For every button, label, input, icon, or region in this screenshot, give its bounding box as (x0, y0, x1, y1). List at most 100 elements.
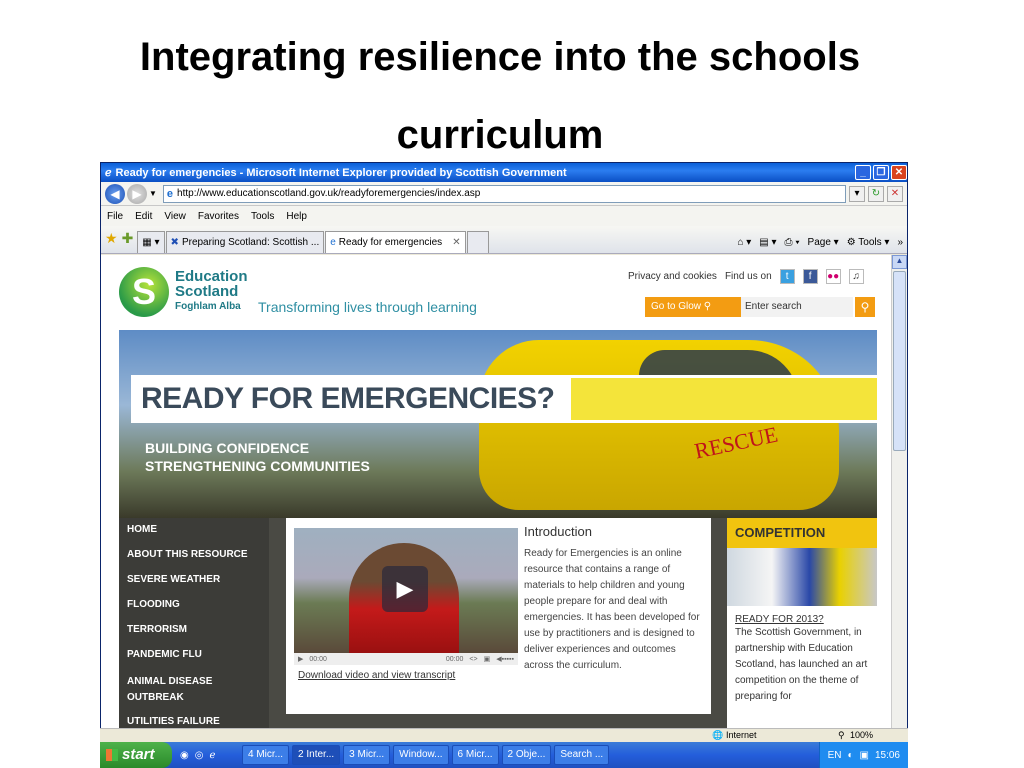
video-time-start: 00:00 (309, 655, 327, 663)
add-favorites-icon[interactable]: ✚ (122, 230, 134, 247)
history-dropdown-icon[interactable]: ▼ (149, 189, 157, 198)
menu-view[interactable]: View (164, 211, 186, 222)
intro-heading: Introduction (524, 524, 592, 539)
command-bar: ⌂ ▾ ▤ ▾ ⎙ ▾ Page ▾ ⚙ Tools ▾ » (737, 237, 903, 248)
web-page: Education Scotland Foghlam Alba Transfor… (101, 255, 893, 745)
tray-icon[interactable]: ▣ (860, 750, 869, 761)
address-field[interactable]: e http://www.educationscotland.gov.uk/re… (162, 184, 846, 203)
page-menu[interactable]: Page ▾ (808, 237, 839, 248)
intro-text: Ready for Emergencies is an online resou… (524, 548, 700, 671)
saltire-icon: ✖ (170, 237, 179, 248)
nav-flooding[interactable]: FLOODING (119, 599, 188, 610)
zoom-icon[interactable]: ⚲ (838, 730, 845, 741)
nav-pandemic-flu[interactable]: PANDEMIC FLU (119, 649, 210, 660)
clock[interactable]: 15:06 (875, 750, 900, 761)
embed-icon[interactable]: <> (469, 656, 477, 663)
nav-severe-weather[interactable]: SEVERE WEATHER (119, 574, 228, 585)
quick-launch-icon[interactable]: ◉ (180, 750, 189, 761)
close-tab-icon[interactable]: ✕ (452, 237, 460, 248)
nav-animal-disease[interactable]: ANIMAL DISEASE OUTBREAK (119, 674, 259, 706)
nav-about[interactable]: ABOUT THIS RESOURCE (119, 549, 256, 560)
slide-title-line1: Integrating resilience into the schools (139, 35, 861, 79)
home-icon[interactable]: ⌂ ▾ (737, 237, 751, 248)
menu-tools[interactable]: Tools (251, 211, 274, 222)
tray-icon[interactable]: ◐ (847, 750, 853, 761)
tools-label: Tools (858, 237, 882, 248)
address-value: http://www.educationscotland.gov.uk/read… (177, 187, 481, 199)
language-indicator[interactable]: EN (828, 750, 842, 761)
privacy-link[interactable]: Privacy and cookies (628, 271, 717, 282)
top-links: Privacy and cookies Find us on t f ●● ♫ (628, 269, 864, 284)
new-tab-button[interactable] (466, 231, 489, 253)
competition-heading: COMPETITION (727, 518, 877, 548)
tools-menu[interactable]: ⚙ Tools ▾ (847, 237, 890, 248)
facebook-icon[interactable]: f (802, 269, 818, 284)
zone-label: Internet (726, 730, 757, 740)
search-input[interactable]: Enter search (741, 297, 853, 317)
twitter-icon[interactable]: t (779, 269, 795, 284)
competition-text: The Scottish Government, in partnership … (735, 627, 868, 702)
task-windows[interactable]: Window... (393, 745, 449, 765)
menu-help[interactable]: Help (286, 211, 307, 222)
education-scotland-logo-icon[interactable] (119, 267, 169, 317)
go-to-glow-button[interactable]: Go to Glow ⚲ (645, 297, 753, 317)
status-bar: 🌐 Internet ⚲ 100% (100, 728, 908, 742)
task-ie[interactable]: 2 Inter... (292, 745, 341, 765)
chevron-more-icon[interactable]: » (897, 237, 903, 248)
search-button[interactable]: ⚲ (855, 297, 875, 317)
menu-bar: File Edit View Favorites Tools Help (101, 206, 907, 226)
competition-image[interactable] (727, 548, 877, 606)
video-controls: ▶ 00:00 00:00 <> ▣ ◀▪▪▪▪▪ (294, 653, 518, 665)
start-button[interactable]: start (100, 742, 172, 768)
video-play-icon[interactable]: ▶ (298, 655, 303, 663)
download-video-link[interactable]: Download video and view transcript (298, 670, 455, 681)
forward-button[interactable]: ▶ (127, 183, 147, 204)
task-powerpoint[interactable]: 3 Micr... (343, 745, 391, 765)
task-objects[interactable]: 2 Obje... (501, 745, 552, 765)
task-search[interactable]: Search ... (554, 745, 610, 765)
ie-icon: ℯ (105, 167, 112, 179)
scroll-up-icon[interactable]: ▲ (892, 255, 907, 269)
task-micro[interactable]: 6 Micr... (451, 745, 499, 765)
podcast-icon[interactable]: ♫ (848, 269, 864, 284)
video-player[interactable]: ▶ (294, 528, 518, 653)
logo-text[interactable]: Education Scotland (175, 269, 248, 299)
close-button[interactable]: ✕ (891, 165, 907, 180)
restore-button[interactable]: ❐ (873, 165, 889, 180)
nav-utilities-failure[interactable]: UTILITIES FAILURE (119, 716, 228, 727)
fullscreen-icon[interactable]: ▣ (484, 655, 491, 663)
print-icon[interactable]: ⎙ ▾ (785, 237, 800, 248)
refresh-button[interactable]: ↻ (868, 185, 884, 202)
page-label: Page (807, 237, 831, 248)
feeds-icon[interactable]: ▤ ▾ (759, 237, 776, 248)
nav-terrorism[interactable]: TERRORISM (119, 624, 195, 635)
logo-subtitle: Foghlam Alba (175, 301, 241, 312)
competition-link[interactable]: READY FOR 2013? (727, 606, 877, 625)
flickr-icon[interactable]: ●● (825, 269, 841, 284)
scroll-thumb[interactable] (893, 271, 906, 451)
tab-ready-for-emergencies[interactable]: e Ready for emergencies ✕ (325, 231, 466, 253)
video-time-end: 00:00 (445, 655, 464, 663)
tab-bar: ★ ✚ ▦ ▾ ✖ Preparing Scotland: Scottish .… (101, 226, 907, 254)
vertical-scrollbar[interactable]: ▲ ▼ (891, 255, 907, 745)
volume-icon[interactable]: ◀▪▪▪▪▪ (496, 655, 514, 663)
page-icon: e (166, 187, 174, 200)
menu-edit[interactable]: Edit (135, 211, 152, 222)
task-word[interactable]: 4 Micr... (242, 745, 290, 765)
stop-button[interactable]: ✕ (887, 185, 903, 202)
menu-favorites[interactable]: Favorites (198, 211, 239, 222)
tab-preparing-scotland[interactable]: ✖ Preparing Scotland: Scottish ... (165, 231, 325, 253)
tab-label: Ready for emergencies (338, 237, 443, 248)
zoom-level[interactable]: 100% (850, 730, 873, 740)
window-titlebar: ℯ Ready for emergencies - Microsoft Inte… (101, 163, 907, 182)
nav-home[interactable]: HOME (119, 524, 165, 535)
address-dropdown-button[interactable]: ▾ (849, 185, 865, 202)
play-icon[interactable]: ▶ (382, 566, 428, 612)
ie-quick-icon[interactable]: ℯ (209, 750, 215, 761)
quick-launch-icon[interactable]: ◎ (195, 750, 204, 761)
favorites-star-icon[interactable]: ★ (105, 230, 118, 247)
back-button[interactable]: ◀ (105, 183, 125, 204)
minimize-button[interactable]: _ (855, 165, 871, 180)
quick-tabs-button[interactable]: ▦ ▾ (137, 231, 165, 253)
menu-file[interactable]: File (107, 211, 123, 222)
